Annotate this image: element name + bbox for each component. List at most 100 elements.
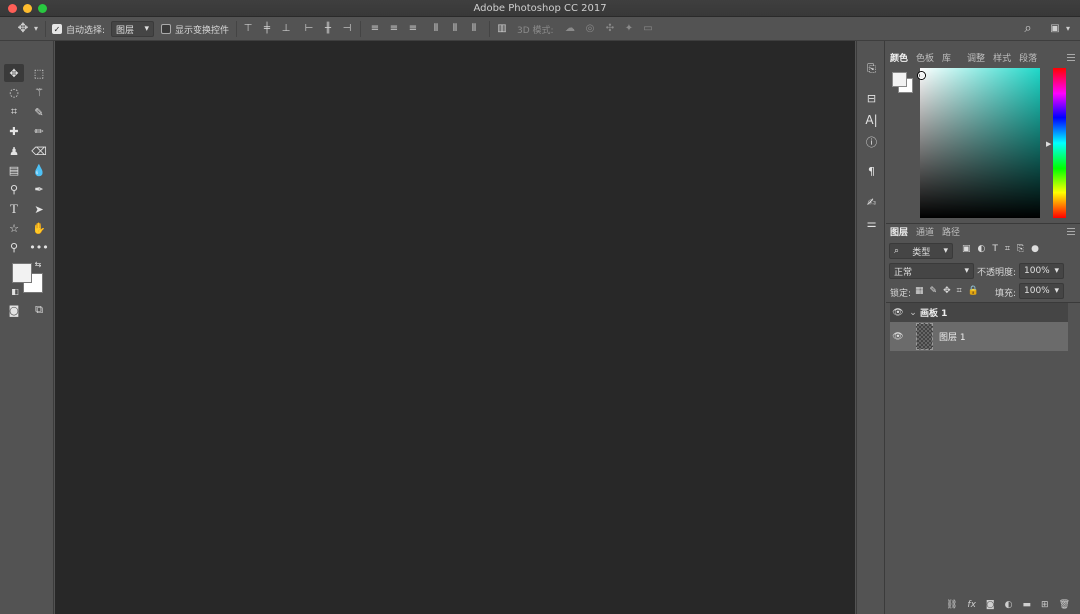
eraser-tool-icon[interactable]: ⌫ <box>29 142 49 160</box>
default-colors-icon[interactable]: ◧ <box>10 286 20 296</box>
filter-toggle-icon[interactable]: ● <box>1031 244 1039 254</box>
distribute-bottom-icon[interactable]: ≡ <box>407 22 419 35</box>
blur-tool-icon[interactable]: 💧 <box>29 161 49 179</box>
link-layers-icon[interactable]: ⛓ <box>946 600 957 610</box>
properties-panel-icon[interactable]: ⊟ <box>864 91 879 106</box>
3d-orbit-icon[interactable]: ☁ <box>563 22 577 35</box>
foreground-color-swatch[interactable] <box>12 263 32 283</box>
screen-mode-icon[interactable]: ⧉ <box>29 301 49 319</box>
new-layer-icon[interactable]: ⊞ <box>1041 600 1049 610</box>
tab-paragraph[interactable]: 段落 <box>1015 51 1041 64</box>
color-field[interactable] <box>920 68 1040 218</box>
search-icon[interactable]: ⌕ <box>1022 22 1034 35</box>
character-panel-icon[interactable]: A| <box>864 112 879 127</box>
layer-filter-dropdown[interactable]: ⌕ 类型 ▾ <box>889 243 953 259</box>
align-top-icon[interactable]: ⊤ <box>242 22 254 35</box>
magic-wand-tool-icon[interactable]: ⚚ <box>29 83 49 101</box>
delete-layer-icon[interactable]: 🗑 <box>1059 600 1070 610</box>
distribute-top-icon[interactable]: ≡ <box>369 22 381 35</box>
distribute-left-icon[interactable]: ⫴ <box>430 22 442 35</box>
auto-select-option[interactable]: ✓ 自动选择: <box>52 17 105 41</box>
expand-chevron-icon[interactable]: ⌄ <box>906 308 920 318</box>
gradient-tool-icon[interactable]: ▤ <box>4 161 24 179</box>
crop-tool-icon[interactable]: ⌗ <box>4 103 24 121</box>
lasso-tool-icon[interactable]: ◌ <box>4 83 24 101</box>
distribute-horizontal-center-icon[interactable]: ⫴ <box>449 22 461 35</box>
layers-panel-menu-icon[interactable] <box>1067 228 1075 235</box>
tab-libraries[interactable]: 库 <box>938 51 955 64</box>
path-selection-tool-icon[interactable]: ➤ <box>29 200 49 218</box>
marquee-tool-icon[interactable]: ⬚ <box>29 64 49 82</box>
type-tool-icon[interactable]: T <box>4 200 24 218</box>
brush-panel-icon[interactable]: ✍ <box>864 195 879 210</box>
workspace-chevron-icon[interactable]: ▾ <box>1064 22 1072 35</box>
lock-artboard-icon[interactable]: ⌗ <box>957 286 962 296</box>
fill-input[interactable]: 100% ▾ <box>1019 283 1064 299</box>
lock-image-pixels-icon[interactable]: ✎ <box>930 286 938 296</box>
hand-tool-icon[interactable]: ✋ <box>29 219 49 237</box>
workspace-icon[interactable]: ▣ <box>1048 22 1062 35</box>
filter-adjustment-icon[interactable]: ◐ <box>978 244 986 254</box>
tab-adjustments[interactable]: 调整 <box>963 51 989 64</box>
fx-icon[interactable]: fx <box>967 600 976 610</box>
filter-shape-icon[interactable]: ⌗ <box>1005 244 1010 254</box>
align-horizontal-center-icon[interactable]: ╫ <box>322 22 334 35</box>
visibility-eye-icon[interactable]: 👁 <box>890 308 906 318</box>
tab-layers[interactable]: 图层 <box>886 225 912 238</box>
lock-position-icon[interactable]: ✥ <box>943 286 951 296</box>
visibility-eye-icon[interactable]: 👁 <box>890 332 906 342</box>
tab-color[interactable]: 颜色 <box>886 51 912 64</box>
eyedropper-tool-icon[interactable]: ✎ <box>29 103 49 121</box>
dodge-tool-icon[interactable]: ⚲ <box>4 180 24 198</box>
tab-paths[interactable]: 路径 <box>938 225 964 238</box>
zoom-tool-icon[interactable]: ⚲ <box>4 238 24 256</box>
adjustments-panel-icon[interactable]: ⚌ <box>864 216 879 231</box>
more-tools-icon[interactable]: ••• <box>29 238 49 256</box>
filter-pixel-icon[interactable]: ▣ <box>962 244 971 254</box>
align-right-icon[interactable]: ⊣ <box>341 22 353 35</box>
3d-roll-icon[interactable]: ◎ <box>583 22 597 35</box>
add-mask-icon[interactable]: ◙ <box>986 600 995 610</box>
tab-channels[interactable]: 通道 <box>912 225 938 238</box>
artboard-row[interactable]: 👁 ⌄ 画板 1 <box>890 303 1068 322</box>
show-transform-checkbox[interactable] <box>161 24 171 34</box>
distribute-right-icon[interactable]: ⫴ <box>468 22 480 35</box>
info-panel-icon[interactable]: ⓘ <box>864 134 879 149</box>
move-tool-icon[interactable]: ✥ <box>4 64 24 82</box>
show-transform-option[interactable]: 显示变换控件 <box>161 17 229 41</box>
new-group-icon[interactable]: ▬ <box>1023 600 1032 610</box>
align-left-icon[interactable]: ⊢ <box>303 22 315 35</box>
opacity-input[interactable]: 100% ▾ <box>1019 263 1064 279</box>
color-picker-cursor[interactable] <box>918 72 925 79</box>
move-tool-preset-icon[interactable]: ✥ <box>16 22 30 35</box>
hue-slider[interactable] <box>1053 68 1066 218</box>
tab-swatches[interactable]: 色板 <box>912 51 938 64</box>
filter-type-icon[interactable]: T <box>992 244 998 254</box>
swap-colors-icon[interactable]: ⇆ <box>33 259 43 269</box>
new-adjustment-layer-icon[interactable]: ◐ <box>1005 600 1013 610</box>
lock-all-icon[interactable]: 🔒 <box>968 286 979 296</box>
auto-align-layers-icon[interactable]: ▥ <box>496 22 508 35</box>
align-vertical-center-icon[interactable]: ╪ <box>261 22 273 35</box>
tool-preset-chevron-icon[interactable]: ▾ <box>32 22 40 35</box>
healing-brush-tool-icon[interactable]: ✚ <box>4 122 24 140</box>
brush-tool-icon[interactable]: ✏ <box>29 122 49 140</box>
auto-select-checkbox[interactable]: ✓ <box>52 24 62 34</box>
3d-slide-icon[interactable]: ✦ <box>622 22 636 35</box>
clone-stamp-tool-icon[interactable]: ♟ <box>4 142 24 160</box>
hue-slider-handle-icon[interactable]: ▶ <box>1046 140 1051 148</box>
blend-mode-dropdown[interactable]: 正常 ▾ <box>889 263 974 279</box>
paragraph-panel-icon[interactable]: ¶ <box>864 164 879 179</box>
tab-styles[interactable]: 样式 <box>989 51 1015 64</box>
quick-mask-icon[interactable]: ◙ <box>4 301 24 319</box>
history-panel-icon[interactable]: ⎘ <box>864 61 879 76</box>
pen-tool-icon[interactable]: ✒ <box>29 180 49 198</box>
filter-smart-object-icon[interactable]: ⎘ <box>1017 244 1024 254</box>
3d-pan-icon[interactable]: ✣ <box>603 22 617 35</box>
distribute-vertical-center-icon[interactable]: ≡ <box>388 22 400 35</box>
3d-scale-icon[interactable]: ▭ <box>641 22 655 35</box>
shape-tool-icon[interactable]: ☆ <box>4 219 24 237</box>
layer-row[interactable]: 👁 图层 1 <box>890 322 1068 351</box>
lock-transparent-pixels-icon[interactable]: ▦ <box>915 286 924 296</box>
align-bottom-icon[interactable]: ⊥ <box>280 22 292 35</box>
